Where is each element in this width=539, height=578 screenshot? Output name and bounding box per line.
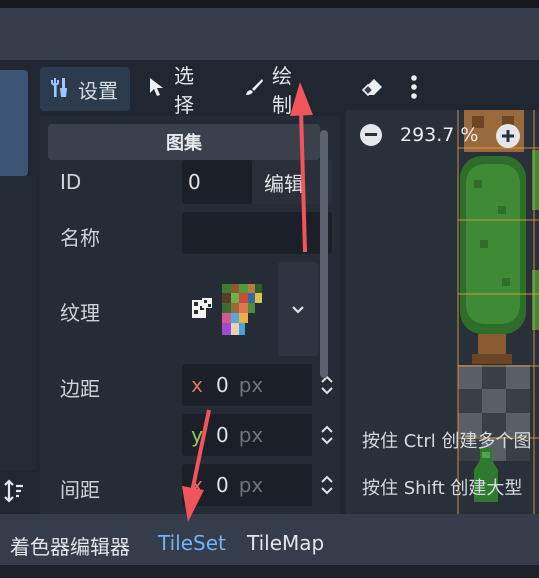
- margin-x-row: x 0 px: [182, 364, 342, 406]
- tile-source-selected-item[interactable]: [0, 70, 28, 176]
- margin-y-input[interactable]: 0 px: [212, 414, 312, 456]
- margin-x-value: 0: [216, 373, 229, 397]
- texture-thumbnail[interactable]: [220, 282, 264, 338]
- tab-tileset[interactable]: TileSet: [158, 531, 226, 555]
- texture-label: 纹理: [60, 301, 100, 325]
- texture-dropdown-button[interactable]: [278, 262, 318, 356]
- atlas-section-header[interactable]: 图集: [48, 124, 320, 160]
- brush-icon: [244, 77, 264, 102]
- id-field[interactable]: 0: [182, 160, 252, 204]
- dock-top-bar: [0, 8, 539, 60]
- zoom-level-label[interactable]: 293.7 %: [400, 124, 479, 146]
- setup-tab[interactable]: 设置: [40, 67, 130, 111]
- annotation-arrow-down-icon: [182, 409, 211, 522]
- sort-icon[interactable]: [2, 478, 26, 504]
- eraser-button[interactable]: [350, 67, 394, 111]
- separation-x-spinner[interactable]: [312, 464, 342, 506]
- separation-x-input[interactable]: 0 px: [212, 464, 312, 506]
- select-tab[interactable]: 选择: [138, 64, 204, 117]
- margin-y-spinner[interactable]: [312, 414, 342, 456]
- more-options-button[interactable]: [400, 67, 428, 111]
- tile-source-list: [0, 176, 36, 470]
- annotation-arrow-up-icon: [290, 82, 313, 253]
- separation-label: 间距: [60, 478, 100, 502]
- kebab-menu-icon: [410, 74, 418, 105]
- margins-label: 边距: [60, 377, 100, 401]
- margin-x-input[interactable]: 0 px: [212, 364, 312, 406]
- chevron-down-icon: [291, 300, 305, 319]
- cursor-arrow-icon: [148, 77, 166, 102]
- unit-label: px: [238, 373, 264, 397]
- setup-tab-label: 设置: [78, 78, 118, 103]
- zoom-in-button[interactable]: [496, 124, 520, 148]
- tools-icon: [50, 76, 70, 103]
- hint-shift-text: 按住 Shift 创建大型: [362, 478, 523, 499]
- select-tab-label: 选择: [174, 64, 194, 117]
- id-label: ID: [60, 170, 82, 194]
- window-top-strip: [0, 0, 539, 8]
- atlas-viewport[interactable]: [346, 110, 539, 514]
- zoom-out-button[interactable]: [360, 124, 382, 146]
- name-label: 名称: [60, 226, 100, 250]
- hint-ctrl-text: 按住 Ctrl 创建多个图: [362, 431, 532, 452]
- tab-shader-editor[interactable]: 着色器编辑器: [10, 531, 130, 560]
- tab-tilemap[interactable]: TileMap: [247, 531, 324, 555]
- unit-label: px: [238, 473, 264, 497]
- texture-type-icon: [190, 296, 214, 322]
- eraser-icon: [360, 77, 384, 102]
- atlas-preview: [457, 110, 539, 514]
- window-bottom-strip: [0, 565, 539, 578]
- unit-label: px: [238, 423, 264, 447]
- x-axis-label: x: [182, 364, 212, 406]
